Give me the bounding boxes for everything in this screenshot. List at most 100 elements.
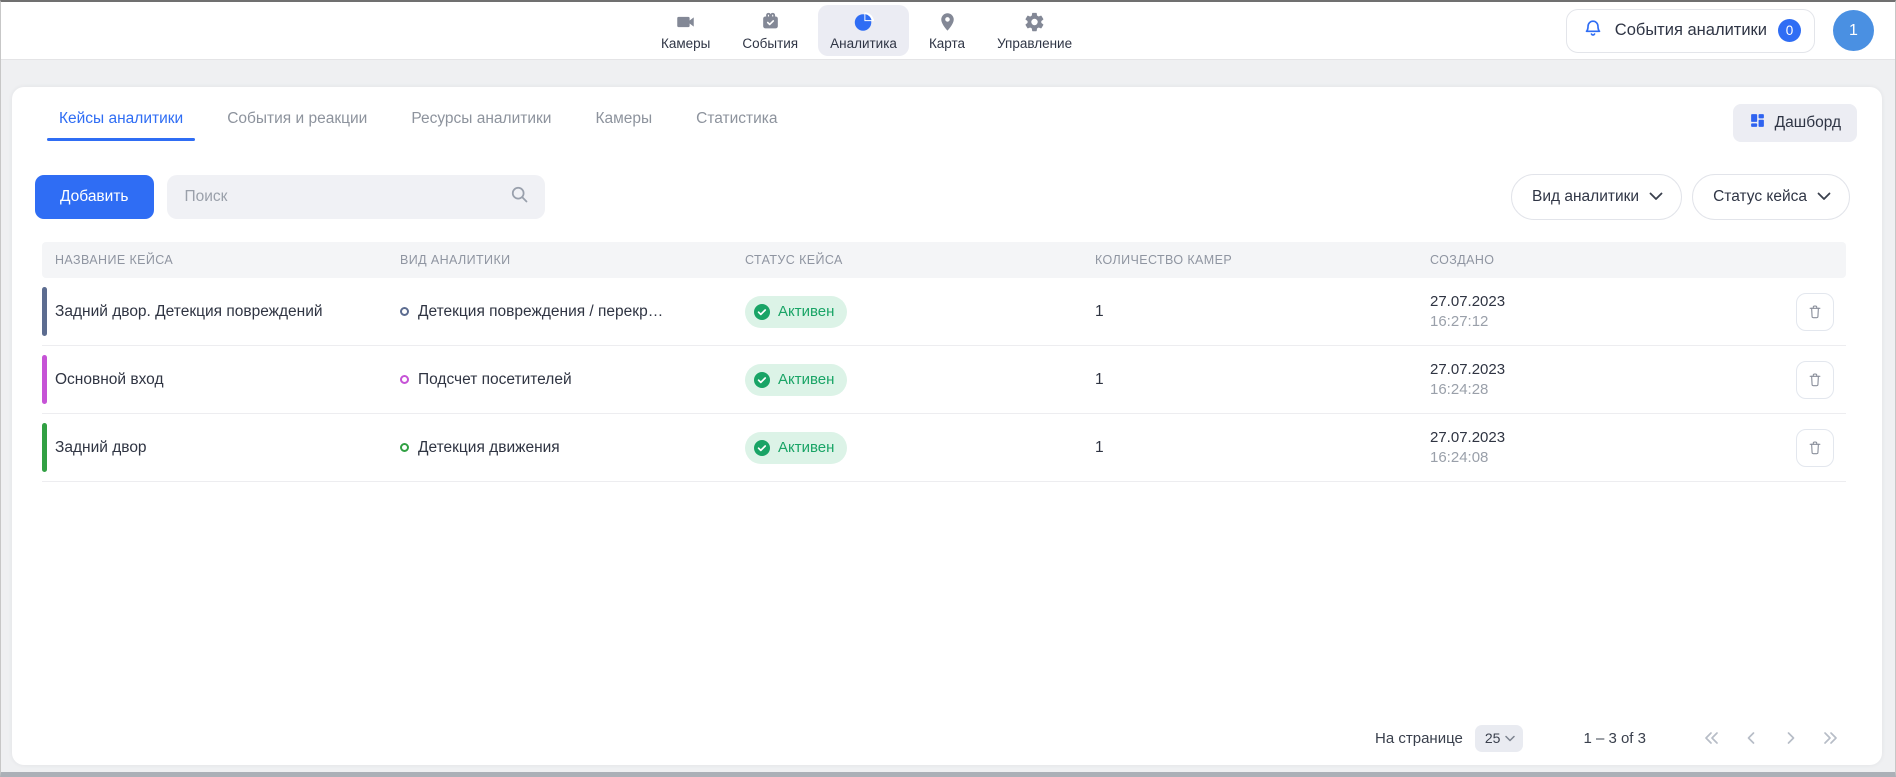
cases-table: НАЗВАНИЕ КЕЙСА ВИД АНАЛИТИКИ СТАТУС КЕЙС… [42, 242, 1846, 482]
created-time: 16:27:12 [1430, 312, 1796, 332]
case-name: Задний двор [55, 439, 400, 457]
nav-label: Управление [997, 36, 1072, 51]
page-range: 1 – 3 of 3 [1583, 730, 1646, 747]
calendar-check-icon [759, 11, 782, 33]
created-time: 16:24:08 [1430, 448, 1796, 468]
created-time: 16:24:28 [1430, 380, 1796, 400]
search-box [167, 175, 545, 219]
tabs: Кейсы аналитики События и реакции Ресурс… [57, 95, 780, 143]
status-label: Активен [778, 303, 834, 320]
nav-item-map[interactable]: Карта [917, 5, 977, 56]
created-at: 27.07.2023 16:24:28 [1430, 360, 1796, 400]
toolbar: Добавить Вид аналитики Статус кейса [35, 175, 1850, 219]
map-pin-icon [936, 11, 959, 33]
case-name: Задний двор. Детекция повреждений [55, 303, 400, 321]
trash-icon [1806, 439, 1824, 457]
pie-chart-icon [852, 11, 875, 33]
cameras-count: 1 [1095, 371, 1430, 389]
per-page-select[interactable]: 25 [1475, 725, 1524, 752]
nav-label: Карта [929, 36, 965, 51]
tab-statistics[interactable]: Статистика [694, 95, 779, 143]
created-date: 27.07.2023 [1430, 360, 1796, 380]
nav-item-cameras[interactable]: Камеры [649, 5, 722, 56]
tabs-row: Кейсы аналитики События и реакции Ресурс… [57, 95, 1857, 143]
check-circle-icon [753, 439, 771, 457]
user-avatar[interactable]: 1 [1833, 10, 1874, 51]
main-navigation: Камеры События [649, 2, 1084, 59]
created-date: 27.07.2023 [1430, 292, 1796, 312]
nav-label: Аналитика [830, 36, 897, 51]
search-icon [509, 184, 530, 210]
nav-label: События [742, 36, 798, 51]
tab-analytics-resources[interactable]: Ресурсы аналитики [409, 95, 553, 143]
analytics-type: Подсчет посетителей [418, 371, 572, 389]
double-chevron-right-icon [1821, 729, 1841, 747]
col-header-type: ВИД АНАЛИТИКИ [400, 253, 745, 267]
case-color-stripe [42, 355, 47, 404]
analytics-events-button[interactable]: События аналитики 0 [1566, 9, 1815, 53]
filter-analytics-type[interactable]: Вид аналитики [1511, 174, 1682, 220]
status-label: Активен [778, 371, 834, 388]
tab-analytics-cases[interactable]: Кейсы аналитики [57, 95, 185, 143]
dashboard-grid-icon [1749, 112, 1766, 134]
cameras-count: 1 [1095, 303, 1430, 321]
chevron-right-icon [1784, 729, 1798, 747]
cameras-count: 1 [1095, 439, 1430, 457]
table-row[interactable]: Основной вход Подсчет посетителей Активе… [42, 346, 1846, 414]
analytics-type: Детекция движения [418, 439, 560, 457]
table-row[interactable]: Задний двор Детекция движения Активен 1 … [42, 414, 1846, 482]
table-row[interactable]: Задний двор. Детекция повреждений Детекц… [42, 278, 1846, 346]
top-bar: Камеры События [1, 2, 1895, 60]
col-header-status: СТАТУС КЕЙСА [745, 253, 1095, 267]
nav-item-analytics[interactable]: Аналитика [818, 5, 909, 56]
analytics-cases-panel: Кейсы аналитики События и реакции Ресурс… [12, 87, 1882, 765]
next-page-button[interactable] [1776, 723, 1806, 753]
created-date: 27.07.2023 [1430, 428, 1796, 448]
chevron-down-icon [1649, 188, 1663, 206]
analytics-type: Детекция повреждения / перекр… [418, 303, 663, 321]
analytics-type-dot-icon [400, 375, 409, 384]
case-color-stripe [42, 287, 47, 336]
gear-icon [1023, 11, 1046, 33]
tab-cameras[interactable]: Камеры [593, 95, 654, 143]
bell-icon [1582, 17, 1604, 44]
status-badge: Активен [745, 296, 847, 328]
per-page-label: На странице [1375, 730, 1463, 747]
prev-page-button[interactable] [1736, 723, 1766, 753]
chevron-down-icon [1505, 735, 1515, 742]
dashboard-label: Дашборд [1775, 114, 1841, 132]
filter-label: Вид аналитики [1532, 188, 1639, 206]
delete-case-button[interactable] [1796, 293, 1834, 331]
nav-label: Камеры [661, 36, 710, 51]
delete-case-button[interactable] [1796, 429, 1834, 467]
add-button[interactable]: Добавить [35, 175, 154, 219]
col-header-name: НАЗВАНИЕ КЕЙСА [55, 253, 400, 267]
last-page-button[interactable] [1816, 723, 1846, 753]
trash-icon [1806, 371, 1824, 389]
analytics-type-dot-icon [400, 307, 409, 316]
first-page-button[interactable] [1696, 723, 1726, 753]
status-badge: Активен [745, 364, 847, 396]
search-input[interactable] [167, 175, 545, 219]
tab-events-reactions[interactable]: События и реакции [225, 95, 369, 143]
nav-item-management[interactable]: Управление [985, 5, 1084, 56]
delete-case-button[interactable] [1796, 361, 1834, 399]
pager-controls [1696, 723, 1846, 753]
filters: Вид аналитики Статус кейса [1511, 174, 1850, 220]
analytics-events-label: События аналитики [1615, 21, 1767, 40]
case-name: Основной вход [55, 371, 400, 389]
col-header-created: СОЗДАНО [1430, 253, 1796, 267]
camera-icon [674, 11, 697, 33]
dashboard-button[interactable]: Дашборд [1733, 104, 1857, 142]
created-at: 27.07.2023 16:27:12 [1430, 292, 1796, 332]
trash-icon [1806, 303, 1824, 321]
filter-label: Статус кейса [1713, 188, 1807, 206]
chevron-down-icon [1817, 188, 1831, 206]
filter-case-status[interactable]: Статус кейса [1692, 174, 1850, 220]
per-page-value: 25 [1485, 730, 1501, 746]
col-header-cameras: КОЛИЧЕСТВО КАМЕР [1095, 253, 1430, 267]
double-chevron-left-icon [1701, 729, 1721, 747]
check-circle-icon [753, 303, 771, 321]
nav-item-events[interactable]: События [730, 5, 810, 56]
pagination: На странице 25 1 – 3 of 3 [1375, 721, 1846, 755]
